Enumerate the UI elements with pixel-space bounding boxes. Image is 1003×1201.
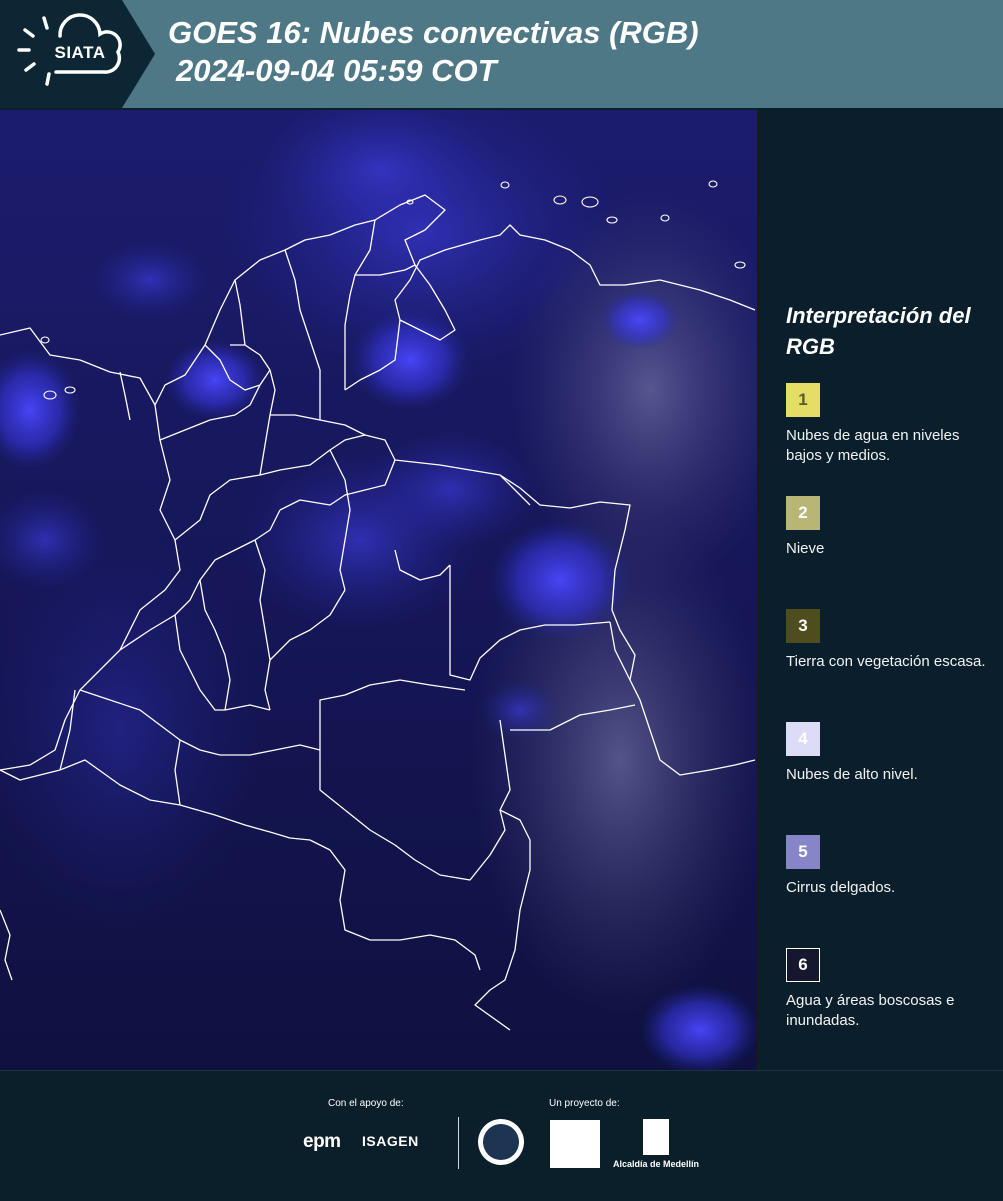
- logo-text: SIATA: [54, 43, 106, 62]
- legend-label: Nubes de alto nivel.: [786, 766, 918, 783]
- footer: Con el apoyo de: Un proyecto de: epm ISA…: [0, 1070, 1003, 1201]
- legend-items: 1 Nubes de agua en niveles bajos y medio…: [786, 383, 996, 1061]
- legend-swatch: 1: [786, 383, 820, 417]
- legend-label: Tierra con vegetación escasa.: [786, 653, 986, 670]
- legend-swatch: 6: [786, 948, 820, 982]
- isagen-logo: ISAGEN: [362, 1133, 419, 1149]
- title-line-2: 2024-09-04 05:59 COT: [176, 53, 497, 88]
- legend-label: Nubes de agua en niveles bajos y medios.: [786, 427, 960, 464]
- legend-swatch: 4: [786, 722, 820, 756]
- legend-swatch: 5: [786, 835, 820, 869]
- footer-divider: [458, 1117, 459, 1169]
- project-label: Un proyecto de:: [549, 1098, 620, 1109]
- legend-item: 6 Agua y áreas boscosas e inundadas.: [786, 948, 996, 1061]
- siata-logo: SIATA: [0, 0, 155, 108]
- support-label: Con el apoyo de:: [328, 1098, 404, 1109]
- legend: Interpretación del RGB 1 Nubes de agua e…: [786, 300, 996, 1061]
- legend-item: 1 Nubes de agua en niveles bajos y medio…: [786, 383, 996, 496]
- legend-item: 4 Nubes de alto nivel.: [786, 722, 996, 835]
- alcaldia-crest-icon: [643, 1119, 669, 1155]
- page-title: GOES 16: Nubes convectivas (RGB) 2024-09…: [168, 14, 699, 90]
- header-bar: SIATA GOES 16: Nubes convectivas (RGB) 2…: [0, 0, 1003, 108]
- legend-swatch: 2: [786, 496, 820, 530]
- legend-swatch: 3: [786, 609, 820, 643]
- satellite-map: [0, 110, 759, 1070]
- area-metropolitana-logo-icon: [550, 1120, 600, 1168]
- legend-title: Interpretación del RGB: [786, 303, 971, 359]
- legend-label: Agua y áreas boscosas e inundadas.: [786, 992, 955, 1029]
- alcaldia-label: Alcaldía de Medellín: [613, 1159, 700, 1169]
- legend-label: Cirrus delgados.: [786, 879, 896, 896]
- legend-label: Nieve: [786, 540, 825, 557]
- legend-item: 2 Nieve: [786, 496, 996, 609]
- epm-logo: epm: [303, 1131, 341, 1152]
- title-line-1: GOES 16: Nubes convectivas (RGB): [168, 15, 699, 50]
- legend-item: 5 Cirrus delgados.: [786, 835, 996, 948]
- medellin-seal-icon: [478, 1119, 524, 1165]
- colombia-rgb-image: [0, 110, 757, 1070]
- legend-item: 3 Tierra con vegetación escasa.: [786, 609, 996, 722]
